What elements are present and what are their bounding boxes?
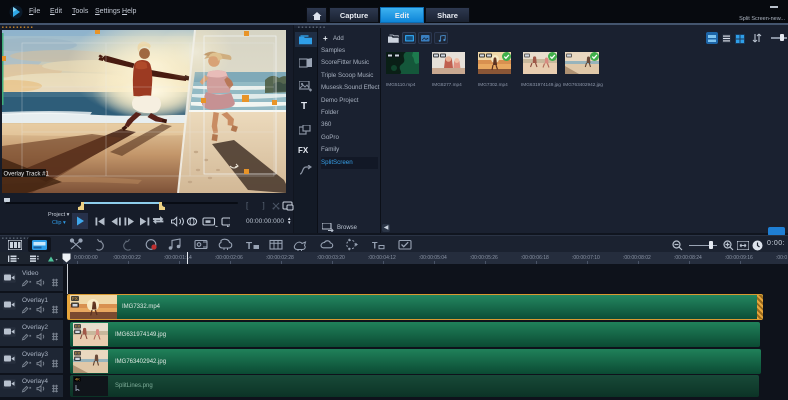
svg-text:FX: FX <box>75 351 80 356</box>
svg-text:T: T <box>246 241 252 252</box>
svg-text:T: T <box>372 241 378 251</box>
svg-text:4K: 4K <box>75 377 80 382</box>
svg-text:FX: FX <box>72 296 78 301</box>
svg-text:Overlay Track #1: Overlay Track #1 <box>4 172 50 178</box>
svg-text:FX: FX <box>75 324 80 329</box>
